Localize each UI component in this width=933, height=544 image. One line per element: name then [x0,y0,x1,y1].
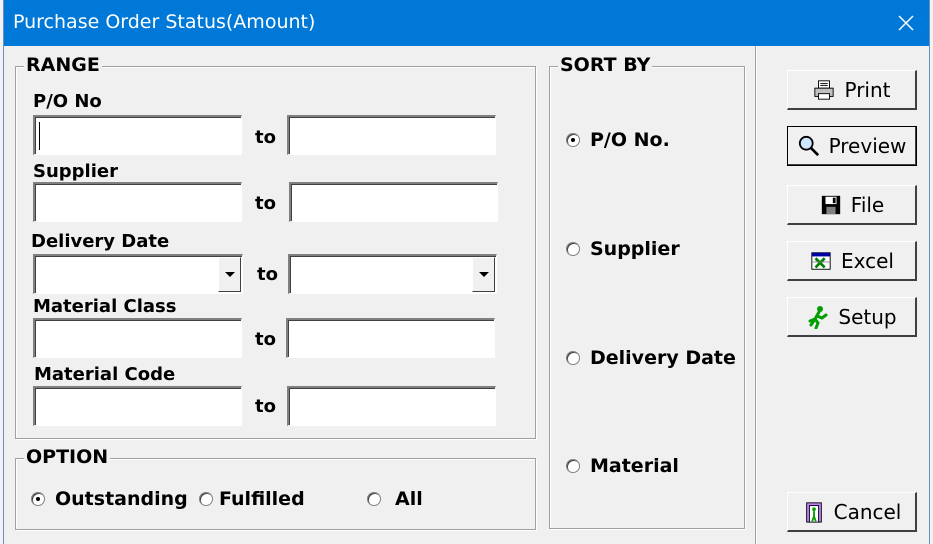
running-man-icon [806,305,830,329]
delivery-date-from-combo[interactable] [33,254,243,294]
sort-material-radio[interactable]: Material [566,455,679,477]
excel-icon [809,249,833,273]
radio-button[interactable] [566,133,580,147]
floppy-disk-icon [819,193,843,217]
delivery-date-to-combo[interactable] [288,254,497,294]
radio-button[interactable] [367,492,381,506]
chevron-down-icon [478,272,489,277]
material-code-label: Material Code [34,364,176,385]
sort-delivery-date-label: Delivery Date [590,347,736,369]
option-fulfilled-label: Fulfilled [219,488,305,510]
printer-icon [812,78,836,102]
excel-label: Excel [841,248,894,273]
title-bar: Purchase Order Status(Amount) [4,0,929,46]
delivery-date-to-dropdown-button[interactable] [472,257,495,292]
preview-button[interactable]: Preview [787,126,917,166]
po-no-label: P/O No [33,91,102,112]
material-class-label: Material Class [33,296,177,317]
range-group-label: RANGE [24,54,102,76]
print-button[interactable]: Print [787,70,917,110]
sort-po-no-radio[interactable]: P/O No. [566,129,670,151]
window-title: Purchase Order Status(Amount) [13,11,316,33]
option-fulfilled-radio[interactable]: Fulfilled [199,488,305,510]
supplier-from-input[interactable] [33,182,242,222]
close-button[interactable] [883,0,929,46]
text-cursor [39,122,40,150]
sort-po-no-label: P/O No. [590,129,670,151]
option-group-label: OPTION [24,446,111,468]
sort-supplier-label: Supplier [590,238,680,260]
file-button[interactable]: File [787,185,917,225]
option-all-label: All [395,488,423,510]
setup-label: Setup [838,304,897,329]
button-panel-separator [755,46,756,544]
option-all-radio[interactable]: All [367,488,423,510]
supplier-label: Supplier [33,161,118,182]
material-class-to-label: to [255,329,276,350]
radio-button[interactable] [566,459,580,473]
radio-selected-dot [571,138,575,142]
po-no-from-input[interactable] [33,115,242,155]
print-label: Print [844,77,891,102]
material-code-to-label: to [255,396,276,417]
radio-button[interactable] [199,492,213,506]
excel-button[interactable]: Excel [787,241,917,281]
delivery-date-to-label: to [257,264,278,285]
exit-door-icon [802,500,826,524]
chevron-down-icon [224,272,235,277]
sort-delivery-date-radio[interactable]: Delivery Date [566,347,736,369]
supplier-to-input[interactable] [289,182,498,222]
sort-supplier-radio[interactable]: Supplier [566,238,680,260]
supplier-to-label: to [255,193,276,214]
po-no-to-input[interactable] [287,115,496,155]
po-no-to-label: to [255,127,276,148]
material-code-to-input[interactable] [287,386,496,426]
radio-selected-dot [36,497,40,501]
delivery-date-label: Delivery Date [31,231,170,252]
cancel-button[interactable]: Cancel [787,492,917,532]
delivery-date-from-dropdown-button[interactable] [218,257,241,292]
preview-label: Preview [828,133,907,158]
radio-button[interactable] [31,492,45,506]
magnifier-icon [797,134,821,158]
setup-button[interactable]: Setup [787,297,917,337]
cancel-label: Cancel [833,499,902,524]
sort-material-label: Material [590,455,679,477]
file-label: File [850,192,885,217]
sort-by-group-label: SORT BY [558,54,653,76]
material-code-from-input[interactable] [33,386,242,426]
radio-button[interactable] [566,242,580,256]
option-outstanding-label: Outstanding [55,488,188,510]
close-icon [898,15,914,31]
radio-button[interactable] [566,351,580,365]
material-class-to-input[interactable] [286,318,495,358]
material-class-from-input[interactable] [33,318,242,358]
option-outstanding-radio[interactable]: Outstanding [31,488,188,510]
